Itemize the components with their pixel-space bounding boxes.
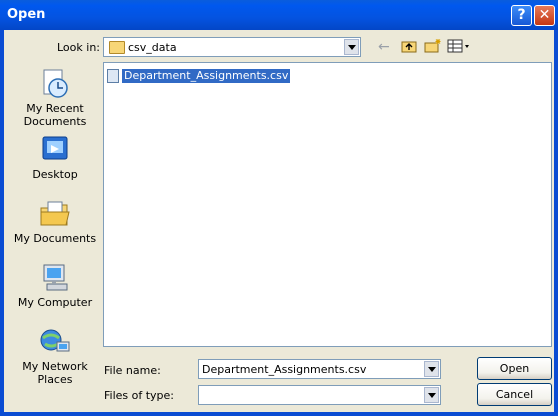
place-my-recent-documents[interactable]: My Recent Documents xyxy=(12,68,98,128)
files-of-type-dropdown[interactable] xyxy=(198,385,441,405)
help-button[interactable]: ? xyxy=(511,5,532,26)
window-frame-left xyxy=(0,30,4,416)
file-name-field[interactable]: Department_Assignments.csv xyxy=(198,359,441,379)
place-my-network-places[interactable]: My Network Places xyxy=(12,326,98,386)
look-in-label: Look in: xyxy=(57,41,100,54)
window-frame-bottom xyxy=(0,412,558,416)
file-name-value: Department_Assignments.csv xyxy=(202,363,367,376)
window-frame-right xyxy=(554,30,558,416)
back-arrow-icon[interactable]: ← xyxy=(378,38,394,56)
file-list[interactable]: Department_Assignments.csv xyxy=(103,62,552,347)
up-one-level-icon[interactable] xyxy=(401,38,417,56)
place-label-line1: My Computer xyxy=(17,296,93,309)
place-label-line1: My Network xyxy=(22,360,88,373)
place-label-line1: My Recent xyxy=(26,102,84,115)
place-desktop[interactable]: Desktop xyxy=(12,134,98,181)
my-computer-icon xyxy=(38,262,72,294)
network-places-icon xyxy=(38,326,72,358)
desktop-icon xyxy=(38,134,72,166)
chevron-down-icon[interactable] xyxy=(424,387,439,403)
place-label-line2: Documents xyxy=(23,115,87,128)
file-name-label: File name: xyxy=(104,364,161,377)
my-documents-icon xyxy=(38,198,72,230)
look-in-dropdown[interactable]: csv_data xyxy=(103,37,361,57)
chevron-down-icon[interactable] xyxy=(344,39,359,55)
chevron-down-icon[interactable] xyxy=(424,361,439,377)
open-dialog: Open ? ✕ Look in: csv_data ← My Recent D… xyxy=(0,0,558,416)
place-label-line1: Desktop xyxy=(32,168,78,181)
new-folder-icon[interactable] xyxy=(424,38,441,56)
places-bar: My Recent Documents Desktop My Documents… xyxy=(12,62,98,408)
title-bar[interactable]: Open ? ✕ xyxy=(0,0,558,30)
open-button[interactable]: Open xyxy=(477,357,552,380)
place-my-documents[interactable]: My Documents xyxy=(12,198,98,245)
view-menu-icon[interactable] xyxy=(447,38,471,56)
csv-file-icon xyxy=(107,69,119,83)
place-my-computer[interactable]: My Computer xyxy=(12,262,98,309)
file-name-text: Department_Assignments.csv xyxy=(122,69,291,83)
cancel-button[interactable]: Cancel xyxy=(477,383,552,406)
window-title: Open xyxy=(7,7,46,22)
files-of-type-label: Files of type: xyxy=(104,389,175,402)
recent-documents-icon xyxy=(38,68,72,100)
place-label-line2: Places xyxy=(37,373,73,386)
close-button[interactable]: ✕ xyxy=(534,5,555,26)
folder-icon xyxy=(109,41,125,54)
look-in-value: csv_data xyxy=(128,41,177,54)
place-label-line1: My Documents xyxy=(13,232,97,245)
